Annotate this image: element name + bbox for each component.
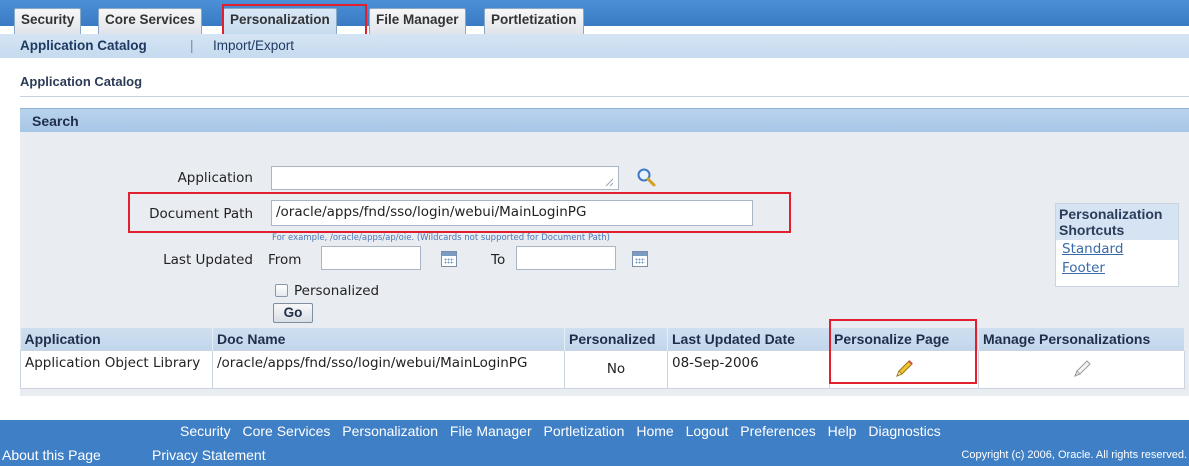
footer-link-security[interactable]: Security: [180, 423, 231, 439]
resize-grip-icon: [605, 178, 614, 187]
document-path-label: Document Path: [149, 206, 253, 222]
tab-personalization[interactable]: Personalization: [223, 8, 337, 34]
subtab-import-export[interactable]: Import/Export: [213, 38, 294, 53]
footer-link-file-manager[interactable]: File Manager: [450, 423, 532, 439]
column-header-personalized: Personalized: [564, 328, 668, 350]
document-path-value: /oracle/apps/fnd/sso/login/webui/MainLog…: [276, 204, 587, 220]
tab-portletization[interactable]: Portletization: [484, 8, 584, 34]
shortcut-footer-link[interactable]: Footer: [1056, 259, 1178, 278]
cell-doc-name: /oracle/apps/fnd/sso/login/webui/MainLog…: [212, 349, 565, 389]
search-header-label: Search: [32, 113, 79, 129]
table-header-row: Application Doc Name Personalized Last U…: [20, 328, 1185, 350]
results-table: Application Doc Name Personalized Last U…: [20, 328, 1185, 389]
footer-link-diagnostics[interactable]: Diagnostics: [868, 423, 940, 439]
calendar-icon[interactable]: [632, 251, 648, 267]
last-updated-label: Last Updated: [163, 252, 253, 268]
shortcuts-title: Personalization Shortcuts: [1056, 204, 1178, 240]
divider: [20, 96, 1189, 97]
personalized-label: Personalized: [294, 283, 380, 299]
cell-application: Application Object Library: [20, 349, 213, 389]
column-header-last-updated-date: Last Updated Date: [667, 328, 830, 350]
footer-link-logout[interactable]: Logout: [686, 423, 729, 439]
table-row: Application Object Library /oracle/apps/…: [20, 349, 1185, 389]
search-icon[interactable]: [636, 167, 656, 187]
footer-link-preferences[interactable]: Preferences: [740, 423, 815, 439]
cell-personalized: No: [564, 349, 668, 389]
from-date-input[interactable]: [321, 246, 421, 270]
column-header-manage-personalizations: Manage Personalizations: [978, 328, 1185, 350]
footer-link-core-services[interactable]: Core Services: [242, 423, 330, 439]
subtab-bar: Application Catalog | Import/Export: [0, 34, 1189, 58]
privacy-statement-link[interactable]: Privacy Statement: [152, 447, 266, 463]
application-input[interactable]: [271, 166, 619, 190]
application-label: Application: [177, 170, 253, 186]
tab-file-manager[interactable]: File Manager: [369, 8, 466, 34]
search-section-header: Search: [20, 108, 1189, 132]
subtab-separator: |: [190, 38, 194, 53]
cell-personalize-page: [829, 349, 979, 389]
footer-nav: Security Core Services Personalization F…: [180, 423, 949, 439]
tab-security[interactable]: Security: [14, 8, 82, 34]
shortcut-standard-link[interactable]: Standard: [1056, 240, 1178, 259]
page-title: Application Catalog: [20, 74, 143, 89]
personalization-shortcuts-box: Personalization Shortcuts Standard Foote…: [1055, 203, 1179, 287]
subtab-application-catalog[interactable]: Application Catalog: [20, 38, 147, 53]
page-footer: Security Core Services Personalization F…: [0, 420, 1189, 466]
column-header-doc-name: Doc Name: [212, 328, 565, 350]
document-path-hint: For example, /oracle/apps/ap/oie. (Wildc…: [272, 233, 610, 243]
column-header-application: Application: [20, 328, 213, 350]
footer-link-portletization[interactable]: Portletization: [544, 423, 625, 439]
copyright-text: Copyright (c) 2006, Oracle. All rights r…: [961, 449, 1187, 461]
pencil-icon[interactable]: [893, 358, 915, 380]
to-label: To: [491, 252, 506, 268]
footer-link-personalization[interactable]: Personalization: [342, 423, 438, 439]
personalized-checkbox[interactable]: [275, 284, 288, 297]
pencil-disabled-icon[interactable]: [1071, 358, 1093, 380]
from-label: From: [268, 252, 302, 268]
calendar-icon[interactable]: [441, 251, 457, 267]
about-this-page-link[interactable]: About this Page: [2, 447, 101, 463]
shortcuts-title-line1: Personalization: [1059, 206, 1163, 222]
go-button[interactable]: Go: [273, 303, 313, 323]
tab-core-services[interactable]: Core Services: [98, 8, 203, 34]
footer-link-home[interactable]: Home: [636, 423, 673, 439]
cell-last-updated: 08-Sep-2006: [667, 349, 830, 389]
footer-link-help[interactable]: Help: [828, 423, 857, 439]
to-date-input[interactable]: [516, 246, 616, 270]
cell-manage-personalizations: [978, 349, 1185, 389]
column-header-personalize-page: Personalize Page: [829, 328, 979, 350]
shortcuts-title-line2: Shortcuts: [1059, 222, 1125, 238]
